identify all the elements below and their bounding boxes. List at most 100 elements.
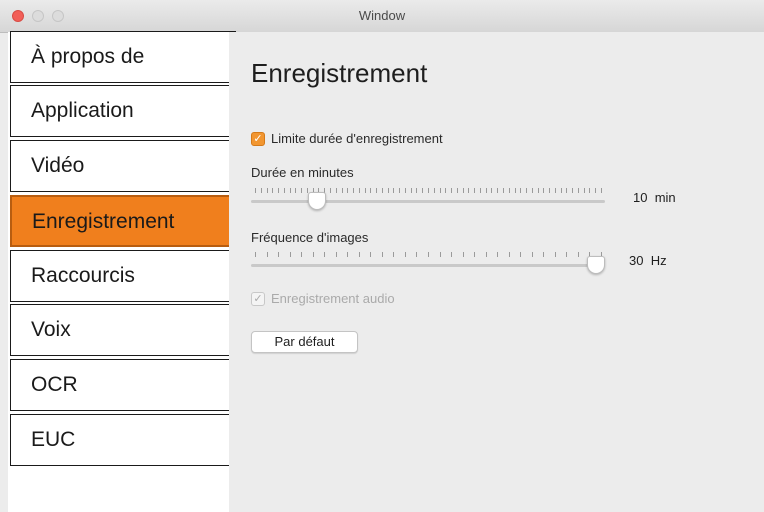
slider-tick [260, 188, 262, 193]
slider-tick [358, 188, 360, 193]
duration-slider-ticks [255, 188, 602, 194]
framerate-slider-ticks [255, 252, 602, 258]
framerate-slider[interactable] [251, 248, 605, 278]
slider-tick [289, 252, 291, 257]
sidebar-item-raccourcis[interactable]: Raccourcis [10, 250, 236, 302]
slider-tick [358, 252, 360, 257]
slider-tick [255, 188, 256, 193]
slider-tick [577, 188, 579, 193]
slider-tick [497, 252, 499, 257]
slider-tick [560, 188, 562, 193]
slider-tick [439, 252, 441, 257]
settings-panel: Enregistrement ✓ Limite durée d'enregist… [229, 32, 764, 512]
slider-tick [272, 188, 274, 193]
slider-tick [335, 188, 337, 193]
sidebar-item-ocr[interactable]: OCR [10, 359, 236, 411]
slider-tick [583, 188, 585, 193]
slider-tick [589, 188, 591, 193]
slider-tick [283, 188, 285, 193]
slider-tick [335, 252, 337, 257]
slider-tick [520, 188, 522, 193]
slider-tick [497, 188, 499, 193]
slider-tick [393, 188, 395, 193]
slider-tick [566, 188, 568, 193]
slider-tick [433, 188, 435, 193]
slider-tick [572, 188, 574, 193]
slider-tick [393, 252, 395, 257]
slider-tick [364, 188, 366, 193]
limit-duration-checkbox[interactable]: ✓ [251, 131, 265, 146]
duration-slider[interactable] [251, 184, 605, 214]
slider-tick [549, 188, 551, 193]
slider-tick [554, 188, 556, 193]
slider-tick [301, 188, 303, 193]
slider-tick [347, 252, 349, 257]
slider-tick [255, 252, 256, 257]
slider-tick [266, 252, 268, 257]
slider-tick [370, 252, 372, 257]
duration-label: Durée en minutes [251, 165, 354, 180]
slider-tick [543, 188, 545, 193]
duration-slider-thumb[interactable] [308, 192, 327, 210]
slider-tick [301, 252, 303, 257]
limit-duration-checkbox-row[interactable]: ✓ Limite durée d'enregistrement [251, 131, 443, 146]
slider-tick [295, 188, 297, 193]
framerate-slider-track [251, 264, 605, 267]
slider-tick [341, 188, 343, 193]
slider-tick [278, 252, 280, 257]
slider-tick [462, 188, 464, 193]
duration-slider-track [251, 200, 605, 203]
slider-tick [451, 252, 453, 257]
slider-tick [324, 252, 326, 257]
slider-tick [485, 188, 487, 193]
slider-tick [399, 188, 401, 193]
slider-tick [531, 188, 533, 193]
slider-tick [404, 252, 406, 257]
slider-tick [410, 188, 412, 193]
slider-tick [601, 188, 602, 193]
slider-tick [456, 188, 458, 193]
audio-recording-checkbox-row: ✓ Enregistrement audio [251, 291, 395, 306]
slider-tick [428, 252, 429, 257]
slider-tick [474, 188, 476, 193]
slider-tick [370, 188, 372, 193]
slider-tick [451, 188, 453, 193]
window-title: Window [358, 8, 406, 23]
framerate-slider-thumb[interactable] [587, 256, 605, 274]
slider-tick [514, 188, 516, 193]
slider-tick [381, 188, 383, 193]
slider-tick [520, 252, 522, 257]
slider-tick [404, 188, 406, 193]
slider-tick [566, 252, 568, 257]
audio-recording-checkbox: ✓ [251, 291, 265, 306]
slider-tick [502, 188, 504, 193]
default-button[interactable]: Par défaut [251, 331, 358, 353]
slider-tick [474, 252, 476, 257]
sidebar-item-euc[interactable]: EUC [10, 414, 236, 466]
slider-tick [554, 252, 556, 257]
slider-tick [491, 188, 493, 193]
slider-tick [416, 188, 418, 193]
framerate-label: Fréquence d'images [251, 230, 369, 245]
slider-tick [537, 188, 539, 193]
sidebar-item-application[interactable]: Application [10, 85, 236, 137]
page-title: Enregistrement [251, 58, 428, 88]
sidebar-item-voix[interactable]: Voix [10, 304, 236, 356]
slider-tick [266, 188, 268, 193]
slider-tick [289, 188, 291, 193]
slider-tick [508, 188, 510, 193]
duration-value-readout: 10 min [633, 190, 676, 205]
sidebar-item-video[interactable]: Vidéo [10, 140, 236, 192]
slider-tick [508, 252, 510, 257]
sidebar-item-a-propos[interactable]: À propos de [10, 31, 236, 83]
slider-tick [439, 188, 441, 193]
framerate-value: 30 [629, 253, 644, 268]
sidebar-item-enregistrement[interactable]: Enregistrement [10, 195, 236, 247]
slider-tick [595, 188, 597, 193]
slider-tick [531, 252, 533, 257]
limit-duration-label: Limite durée d'enregistrement [271, 131, 443, 146]
slider-tick [479, 188, 481, 193]
slider-tick [312, 252, 314, 257]
slider-tick [329, 188, 331, 193]
sidebar: À propos de Application Vidéo Enregistre… [8, 31, 236, 512]
